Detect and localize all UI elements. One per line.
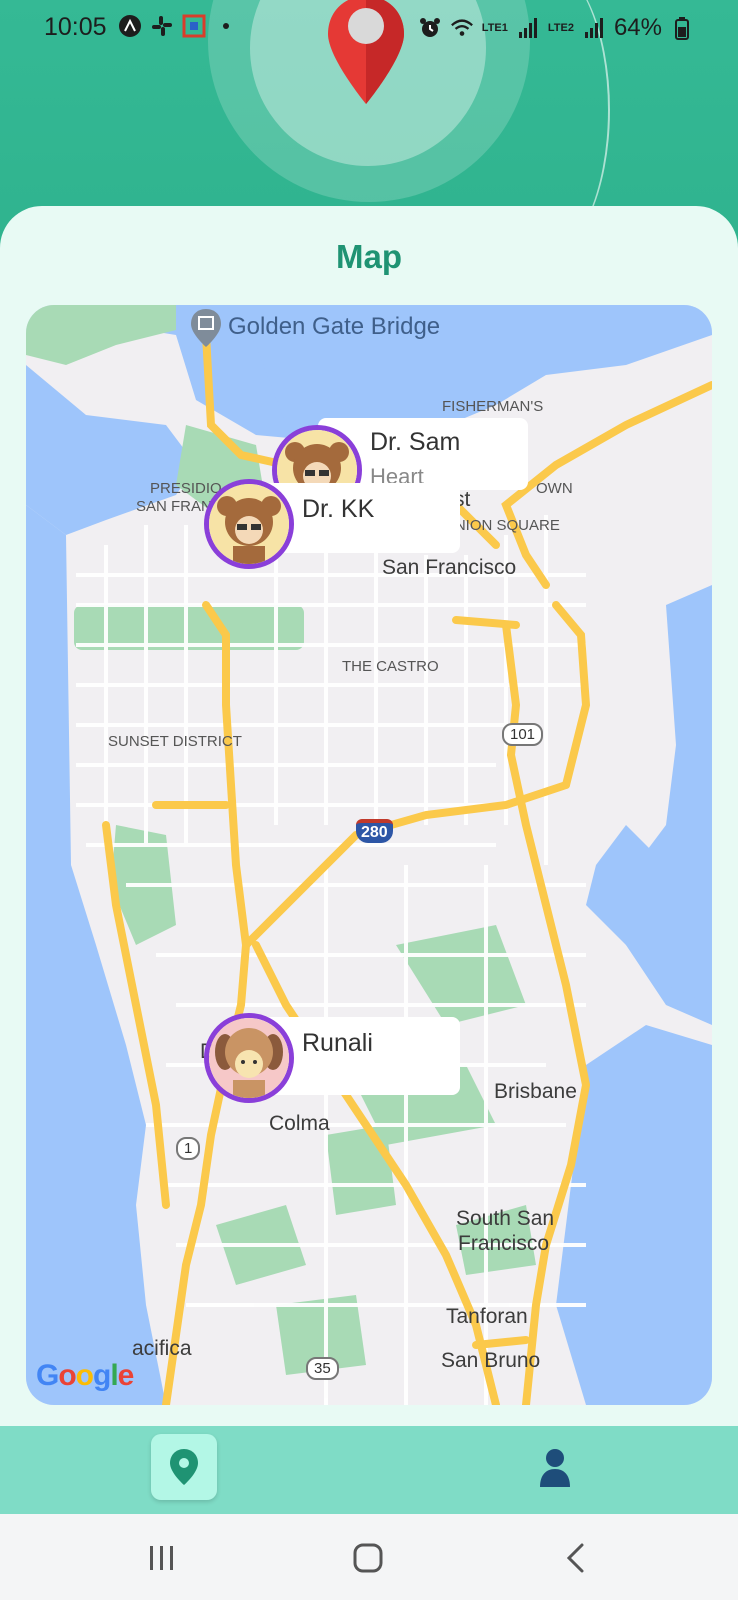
map-label-san-bruno: San Bruno [441,1349,541,1372]
marker-name: Dr. KK [302,495,375,523]
signal-icon [582,16,606,40]
app-square-icon [182,14,206,38]
map-label-tanforan: Tanforan [446,1305,528,1328]
recent-apps-icon [150,1546,173,1570]
bear-avatar-icon[interactable] [204,479,294,569]
puppy-avatar-icon[interactable] [204,1013,294,1103]
google-logo: Google [36,1359,134,1392]
status-bar: 10:05 LTE1 LTE2 64% [0,0,738,56]
status-time: 10:05 [44,13,107,41]
map-label-fishermans: FISHERMAN'S [442,398,544,415]
nav-map-button[interactable] [151,1434,217,1500]
marker-name: Dr. Sam [370,428,461,456]
sim2-label: LTE2 [547,21,574,34]
map-label-pacifica-partial: acifica [132,1337,192,1360]
map-label-union-square: UNION SQUARE [444,517,560,534]
alarm-icon [418,16,442,40]
signal-icon [516,16,540,40]
home-button[interactable] [346,1536,390,1580]
sim1-label: LTE1 [481,21,508,34]
recent-apps-button[interactable] [140,1536,184,1580]
battery-percent: 64% [613,14,662,41]
status-system-icons: LTE1 LTE2 64% [418,14,694,42]
map-label-san-fran-partial: SAN FRAN [136,498,212,515]
system-nav-bar [0,1514,738,1600]
map-label-sunset: SUNSET DISTRICT [108,733,242,750]
battery-icon [670,16,694,40]
dot-icon [214,14,238,38]
back-button[interactable] [554,1536,598,1580]
bottom-nav [0,1426,738,1514]
home-icon [353,1543,383,1573]
nav-profile-button[interactable] [530,1438,580,1498]
marker-name: Runali [302,1029,373,1057]
map-label-brisbane: Brisbane [494,1080,577,1103]
back-icon [566,1543,584,1573]
slack-icon [150,14,174,38]
map-view[interactable]: Golden Gate Bridge FISHERMAN'S PRESIDIO … [26,305,712,1405]
route-1-shield: 1 [176,1137,201,1160]
map-label-town-partial: OWN [536,480,573,497]
route-35-shield: 35 [306,1357,339,1380]
map-card: Map Golden Gate Bridge FISHERMAN'S PRESI… [0,206,738,1426]
map-label-golden-gate: Golden Gate Bridge [228,313,441,340]
map-label-south-sf-2: Francisco [458,1232,550,1255]
map-label-south-sf-1: South San [456,1207,555,1230]
poi-marker-icon [191,309,221,347]
map-label-san-francisco: San Francisco [382,556,517,579]
map-label-colma: Colma [269,1112,330,1135]
us-101-shield: 101 [502,723,544,746]
wifi-icon [450,16,474,40]
person-icon [540,1449,570,1487]
a-icon [118,14,142,38]
status-notification-icons [118,14,238,38]
page-title: Map [336,238,402,275]
map-label-castro: THE CASTRO [342,658,439,675]
location-marker-icon [170,1449,198,1485]
i-280-shield: 280 [356,819,393,843]
